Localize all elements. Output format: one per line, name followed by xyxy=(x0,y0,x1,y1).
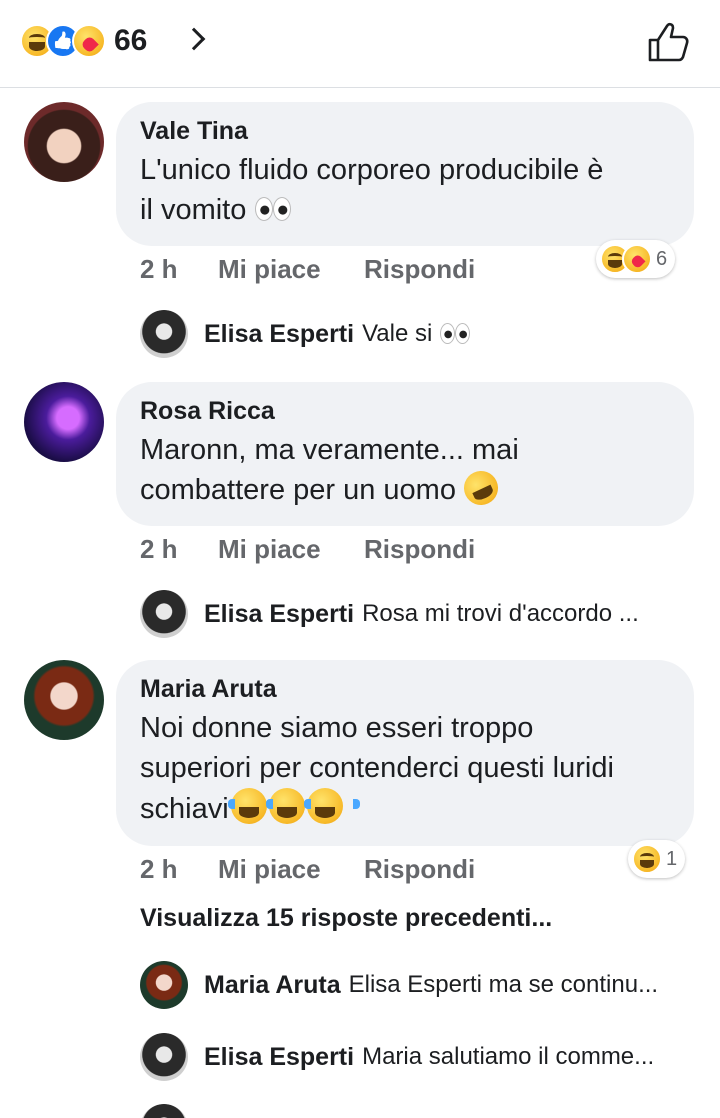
joy-emoji-icon xyxy=(265,788,322,824)
reply-author[interactable]: Elisa Esperti xyxy=(204,600,354,629)
comment-author[interactable]: Rosa Ricca xyxy=(140,396,670,426)
comment-time: 2 h xyxy=(140,533,178,564)
reaction-count: 66 xyxy=(114,24,148,57)
avatar[interactable] xyxy=(140,310,188,358)
comment-reactions[interactable]: 1 xyxy=(628,840,686,878)
reply-button[interactable]: Rispondi xyxy=(364,254,475,285)
comment-time: 2 h xyxy=(140,253,178,284)
comment-bubble: Maria Aruta Noi donne siamo esseri tropp… xyxy=(116,660,694,846)
reply-text: Maria salutiamo il comme... xyxy=(362,1043,655,1070)
joy-emoji-icon xyxy=(303,788,360,824)
comment-author[interactable]: Vale Tina xyxy=(140,116,670,146)
like-button[interactable]: Mi piace xyxy=(218,854,364,885)
comment-actions: 2 h Mi piace Rispondi xyxy=(140,533,475,565)
care-emoji-icon xyxy=(72,24,106,58)
reply-button[interactable]: Rispondi xyxy=(364,854,475,885)
reply-preview[interactable]: Maria Aruta Elisa Esperti ma se continu.… xyxy=(140,961,658,1009)
avatar[interactable] xyxy=(24,102,104,182)
reply-author[interactable]: Elisa Esperti xyxy=(204,1043,354,1072)
reply-author[interactable]: Maria Aruta xyxy=(204,971,341,1000)
eyes-emoji-icon xyxy=(254,196,292,222)
joy-emoji-icon xyxy=(227,788,284,824)
chevron-right-icon[interactable] xyxy=(182,27,206,51)
comment-actions: 2 h Mi piace Rispondi xyxy=(140,253,475,285)
comment-time: 2 h xyxy=(140,853,178,884)
view-previous-replies-link[interactable]: Visualizza 15 risposte precedenti... xyxy=(140,904,552,933)
reply-text: Elisa Esperti ma se continu... xyxy=(348,971,659,998)
reaction-count: 6 xyxy=(656,247,668,270)
comment-bubble: Vale Tina L'unico fluido corporeo produc… xyxy=(116,102,694,246)
comments-page: 66 Vale Tina L'unico fluido corporeo pro… xyxy=(0,0,720,1118)
haha-emoji-icon xyxy=(632,844,662,874)
comment-author[interactable]: Maria Aruta xyxy=(140,674,670,704)
reactions-header: 66 xyxy=(0,0,720,88)
reply-preview[interactable]: Elisa Esperti Rosa mi trovi d'accordo ..… xyxy=(140,590,639,638)
avatar[interactable] xyxy=(24,382,104,462)
comment-text: Maronn, ma veramente... mai combattere p… xyxy=(140,430,670,511)
comment-actions: 2 h Mi piace Rispondi xyxy=(140,853,475,885)
care-emoji-icon xyxy=(622,244,652,274)
reaction-summary[interactable]: 66 xyxy=(20,22,147,60)
like-button[interactable]: Mi piace xyxy=(218,254,364,285)
reaction-count: 1 xyxy=(666,847,678,870)
like-outline-icon[interactable] xyxy=(644,18,692,66)
comment-reactions[interactable]: 6 xyxy=(596,240,676,278)
comment-text: L'unico fluido corporeo producibile è il… xyxy=(140,154,604,226)
reply-text: Vale si xyxy=(362,320,471,348)
avatar[interactable] xyxy=(24,660,104,740)
rofl-emoji-icon xyxy=(458,465,504,511)
avatar[interactable] xyxy=(140,590,188,638)
reply-preview[interactable]: Elisa Esperti Maria salutiamo il comme..… xyxy=(140,1033,654,1081)
like-button[interactable]: Mi piace xyxy=(218,534,364,565)
avatar[interactable] xyxy=(140,1033,188,1081)
reply-text: Rosa mi trovi d'accordo ... xyxy=(362,600,639,627)
reply-button[interactable]: Rispondi xyxy=(364,534,475,565)
avatar[interactable] xyxy=(140,961,188,1009)
comment-text: Noi donne siamo esseri troppo superiori … xyxy=(140,712,614,825)
reply-author[interactable]: Elisa Esperti xyxy=(204,320,354,349)
reply-preview[interactable]: Elisa Esperti Vale si xyxy=(140,310,471,358)
comment-bubble: Rosa Ricca Maronn, ma veramente... mai c… xyxy=(116,382,694,526)
eyes-emoji-icon xyxy=(439,322,471,344)
avatar[interactable] xyxy=(140,1104,188,1118)
